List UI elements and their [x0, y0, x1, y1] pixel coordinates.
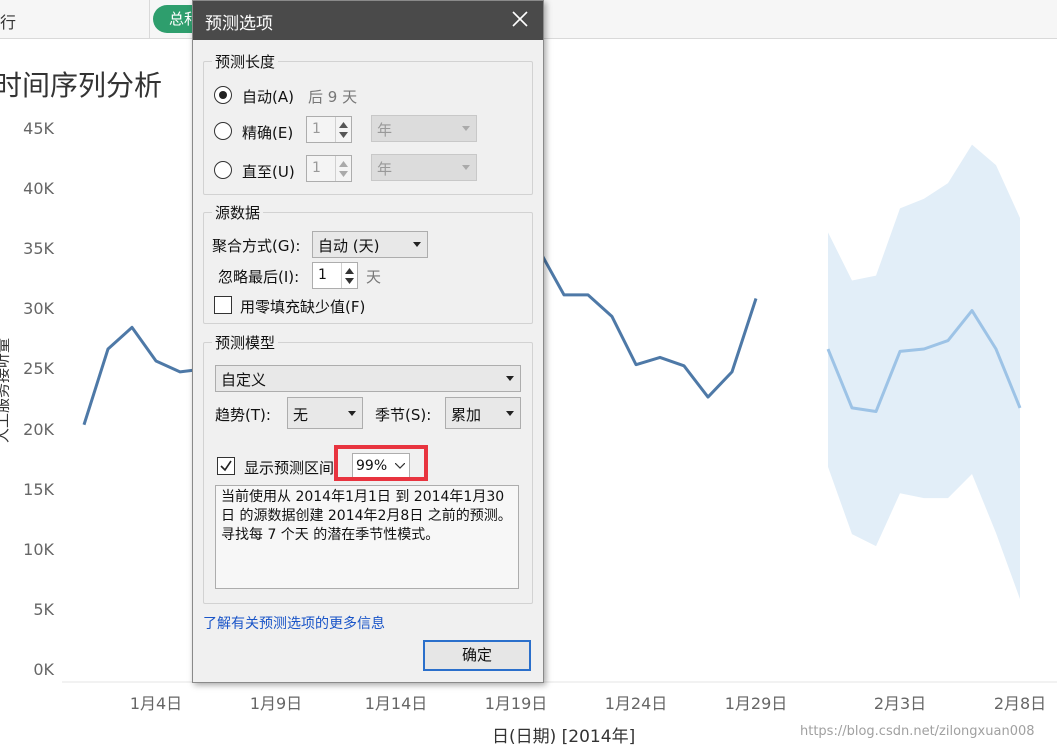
stepper-up-icon: [345, 268, 354, 274]
fill-zero-checkbox[interactable]: [214, 296, 232, 314]
until-unit-value: 年: [377, 160, 393, 178]
season-label: 季节(S):: [375, 406, 432, 424]
aggregate-label: 聚合方式(G):: [212, 237, 301, 255]
chevron-down-icon: [413, 242, 421, 247]
until-stepper-arrows[interactable]: [335, 156, 351, 181]
until-unit-select[interactable]: 年: [371, 154, 477, 181]
stepper-up-icon: [339, 161, 348, 167]
forecast-model-label: 预测模型: [212, 332, 279, 353]
chevron-down-icon: [462, 165, 470, 170]
trend-select[interactable]: 无: [287, 397, 363, 429]
checkmark-icon: [220, 460, 232, 472]
auto-label: 自动(A): [242, 88, 294, 106]
exact-stepper[interactable]: 1: [306, 116, 352, 143]
ignore-last-stepper[interactable]: 1: [312, 262, 358, 289]
auto-radio[interactable]: [214, 86, 232, 104]
ignore-last-unit: 天: [366, 268, 382, 286]
until-stepper[interactable]: 1: [306, 155, 352, 182]
aggregate-value: 自动 (天): [318, 237, 380, 255]
forecast-length-group: 预测长度 自动(A) 后 9 天 精确(E) 1 年 直至(U) 1 年: [203, 51, 533, 195]
until-label: 直至(U): [242, 163, 295, 181]
exact-value: 1: [312, 121, 321, 137]
chevron-down-icon: [462, 126, 470, 131]
source-data-group: 源数据 聚合方式(G): 自动 (天) 忽略最后(I): 1 天 用零填充缺少值…: [203, 202, 533, 324]
stepper-down-icon: [339, 132, 348, 138]
dialog-titlebar: 预测选项: [193, 1, 543, 40]
stepper-down-icon: [345, 278, 354, 284]
model-select[interactable]: 自定义: [215, 365, 521, 392]
chevron-down-icon: [348, 411, 356, 416]
chevron-down-icon: [506, 411, 514, 416]
watermark: https://blog.csdn.net/zilongxuan008: [800, 724, 1035, 739]
forecast-description: 当前使用从 2014年1月1日 到 2014年1月30日 的源数据创建 2014…: [215, 485, 519, 589]
stepper-up-icon: [339, 122, 348, 128]
dialog-title: 预测选项: [205, 14, 273, 34]
ok-button[interactable]: 确定: [423, 640, 531, 671]
trend-value: 无: [293, 406, 309, 424]
exact-stepper-arrows[interactable]: [335, 117, 351, 142]
source-data-label: 源数据: [212, 202, 264, 223]
fill-zero-label: 用零填充缺少值(F): [240, 298, 366, 316]
auto-hint: 后 9 天: [308, 88, 358, 106]
learn-more-link[interactable]: 了解有关预测选项的更多信息: [203, 613, 385, 633]
close-icon[interactable]: [509, 8, 531, 30]
until-radio[interactable]: [214, 161, 232, 179]
exact-unit-value: 年: [377, 121, 393, 139]
prediction-interval-band: [828, 144, 1020, 600]
ignore-last-label: 忽略最后(I):: [218, 268, 300, 286]
exact-label: 精确(E): [242, 124, 294, 142]
ignore-stepper-arrows[interactable]: [341, 263, 357, 288]
ignore-last-value: 1: [318, 267, 327, 283]
model-value: 自定义: [221, 371, 267, 389]
show-interval-checkbox[interactable]: [217, 457, 235, 475]
trend-label: 趋势(T):: [215, 406, 271, 424]
forecast-length-label: 预测长度: [212, 51, 279, 72]
chevron-down-icon: [506, 376, 514, 381]
highlight-box: [334, 445, 428, 481]
show-interval-label: 显示预测区间: [244, 459, 335, 477]
until-value: 1: [312, 160, 321, 176]
exact-radio[interactable]: [214, 122, 232, 140]
forecast-options-dialog: 预测选项 预测长度 自动(A) 后 9 天 精确(E) 1 年 直至(U) 1: [192, 0, 544, 683]
exact-unit-select[interactable]: 年: [371, 115, 477, 142]
season-value: 累加: [451, 406, 482, 424]
season-select[interactable]: 累加: [445, 397, 521, 429]
aggregate-select[interactable]: 自动 (天): [312, 231, 428, 258]
stepper-down-icon: [339, 171, 348, 177]
